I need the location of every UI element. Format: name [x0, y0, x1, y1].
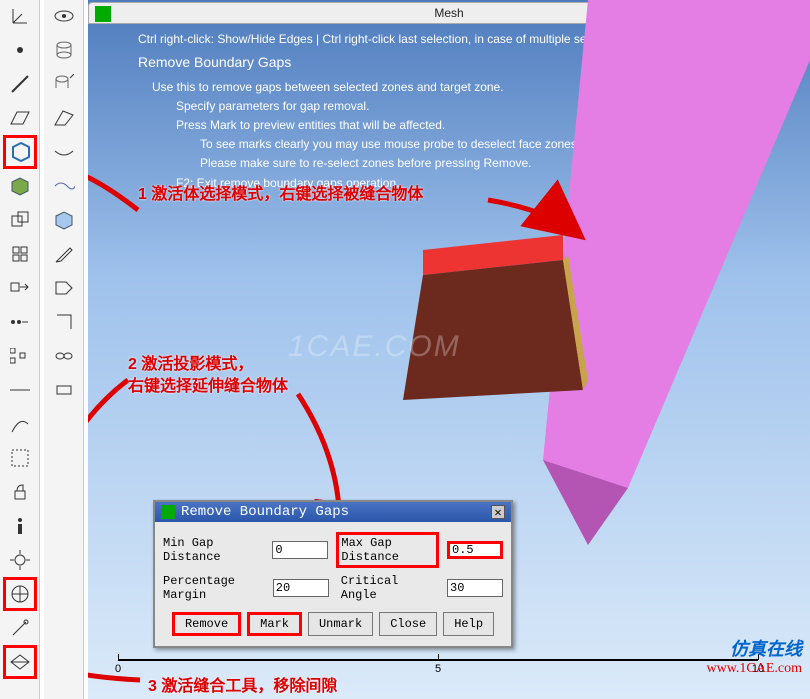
scale-bar: 0 5 10: [118, 659, 758, 679]
pct-margin-input[interactable]: [273, 579, 329, 597]
left-toolbar-2: [44, 0, 84, 699]
mesh-viewport[interactable]: Mesh ✕ Ctrl right-click: Show/Hide Edges…: [88, 0, 810, 699]
multi-icon[interactable]: [8, 208, 32, 232]
link-icon[interactable]: [52, 344, 76, 368]
help-line: Use this to remove gaps between selected…: [138, 78, 656, 97]
brand-watermark: 仿真在线 www.1CAE.com: [706, 635, 802, 677]
unmark-button[interactable]: Unmark: [308, 612, 373, 636]
help-line: To see marks clearly you may use mouse p…: [138, 135, 656, 154]
brand-url: www.1CAE.com: [706, 661, 802, 677]
window-title: Mesh: [434, 6, 463, 20]
gear-icon[interactable]: [8, 548, 32, 572]
brand-cn: 仿真在线: [706, 635, 802, 661]
watermark: 1CAE.COM: [288, 330, 461, 364]
annotation-2a: 2 激活投影模式，: [128, 350, 253, 374]
dialog-titlebar: Remove Boundary Gaps ✕: [155, 502, 511, 522]
min-gap-label: Min Gap Distance: [163, 536, 264, 564]
min-gap-input[interactable]: [272, 541, 328, 559]
help-line: Press Mark to preview entities that will…: [138, 116, 656, 135]
lashes-icon[interactable]: [52, 140, 76, 164]
left-toolbar-1: [0, 0, 40, 699]
eye-icon[interactable]: [52, 4, 76, 28]
annotation-1: 1 激活体选择模式，右键选择被缝合物体: [138, 180, 423, 204]
arrow-square-icon[interactable]: [8, 276, 32, 300]
border-icon[interactable]: [8, 446, 32, 470]
surface-icon[interactable]: [52, 174, 76, 198]
remove-button[interactable]: Remove: [172, 612, 241, 636]
help-line: Specify parameters for gap removal.: [138, 97, 656, 116]
drag-icon[interactable]: [52, 310, 76, 334]
face-icon[interactable]: [8, 106, 32, 130]
curve-icon[interactable]: [8, 412, 32, 436]
project-mode-icon[interactable]: [8, 582, 32, 606]
line-icon[interactable]: [8, 72, 32, 96]
levels-icon[interactable]: [8, 344, 32, 368]
cube-icon[interactable]: [8, 174, 32, 198]
max-gap-input[interactable]: [447, 541, 503, 559]
blade-icon[interactable]: [52, 106, 76, 130]
dot-icon[interactable]: [8, 38, 32, 62]
window-close-button[interactable]: ✕: [787, 6, 803, 22]
annotation-2b: 右键选择延伸缝合物体: [128, 372, 288, 396]
close-button[interactable]: Close: [379, 612, 437, 636]
grid-icon[interactable]: [8, 242, 32, 266]
pencil-icon[interactable]: [52, 242, 76, 266]
gap-tool-icon[interactable]: [8, 650, 32, 674]
body-select-icon[interactable]: [8, 140, 32, 164]
dialog-icon: [161, 505, 175, 519]
mark-button[interactable]: Mark: [247, 612, 302, 636]
tag-icon[interactable]: [52, 276, 76, 300]
crit-angle-label: Critical Angle: [337, 574, 439, 602]
slider-icon[interactable]: [8, 378, 32, 402]
help-overlay: Ctrl right-click: Show/Hide Edges | Ctrl…: [138, 30, 656, 193]
dot-arrow-icon[interactable]: [8, 310, 32, 334]
help-button[interactable]: Help: [443, 612, 494, 636]
axis-icon[interactable]: [8, 4, 32, 28]
crit-angle-input[interactable]: [447, 579, 503, 597]
cylinder-icon[interactable]: [52, 38, 76, 62]
plane2-icon[interactable]: [52, 378, 76, 402]
help-line: Ctrl right-click: Show/Hide Edges | Ctrl…: [138, 30, 656, 49]
app-icon: [95, 6, 111, 22]
scale-label: 5: [435, 663, 441, 675]
scale-label: 0: [115, 663, 121, 675]
pct-margin-label: Percentage Margin: [163, 574, 265, 602]
dialog-close-button[interactable]: ✕: [491, 505, 505, 519]
help-line: Please make sure to re-select zones befo…: [138, 154, 656, 173]
help-heading: Remove Boundary Gaps: [138, 51, 656, 73]
info-icon[interactable]: [8, 514, 32, 538]
lock-icon[interactable]: [8, 480, 32, 504]
dialog-title: Remove Boundary Gaps: [181, 504, 349, 520]
window-titlebar: Mesh ✕: [88, 2, 810, 24]
remove-boundary-gaps-dialog: Remove Boundary Gaps ✕ Min Gap Distance …: [153, 500, 513, 648]
cube2-icon[interactable]: [52, 208, 76, 232]
max-gap-label: Max Gap Distance: [336, 532, 439, 568]
edit-cylinder-icon[interactable]: [52, 72, 76, 96]
wand-icon[interactable]: [8, 616, 32, 640]
